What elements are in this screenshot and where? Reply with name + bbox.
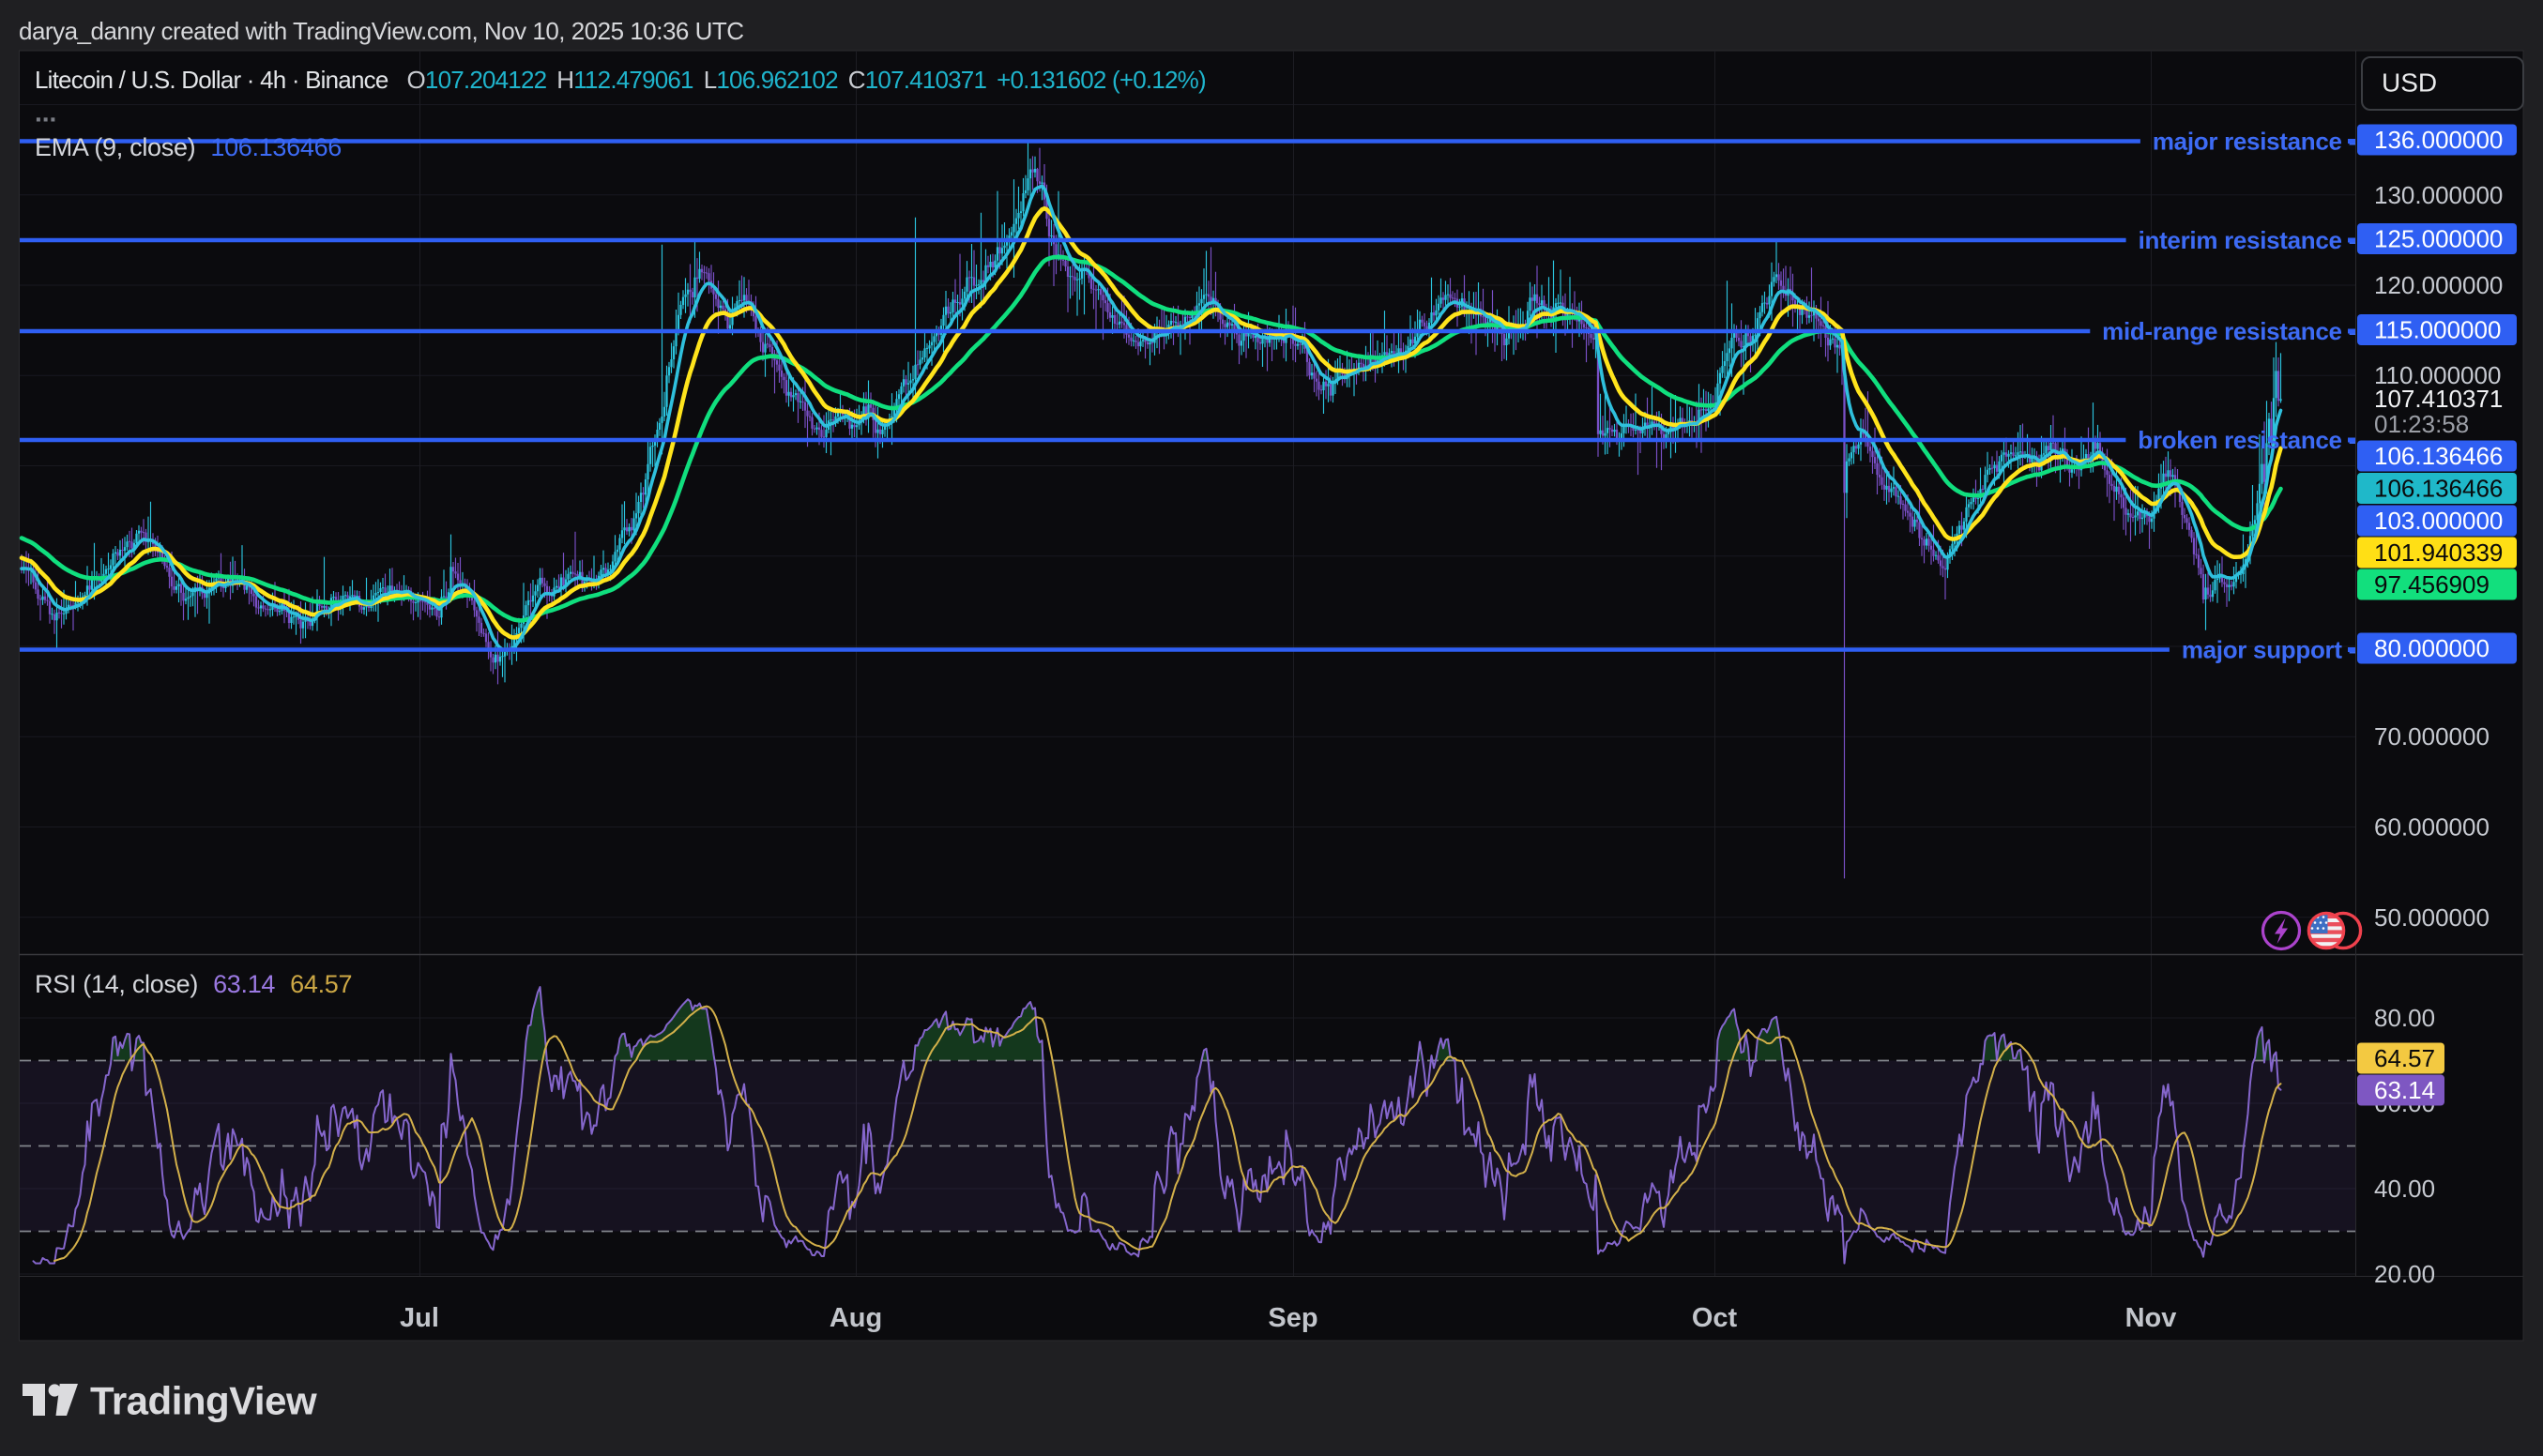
svg-text:63.14: 63.14 bbox=[2374, 1076, 2435, 1104]
svg-text:Nov: Nov bbox=[2125, 1303, 2177, 1333]
svg-text:TradingView: TradingView bbox=[90, 1379, 317, 1423]
svg-text:...: ... bbox=[35, 99, 56, 128]
svg-text:125.000000: 125.000000 bbox=[2374, 225, 2503, 253]
svg-text:darya_danny created with Tradi: darya_danny created with TradingView.com… bbox=[19, 17, 744, 45]
svg-text:130.000000: 130.000000 bbox=[2374, 181, 2503, 209]
svg-text:RSI (14, close)63.1464.57: RSI (14, close)63.1464.57 bbox=[35, 970, 352, 998]
svg-text:136.000000: 136.000000 bbox=[2374, 126, 2503, 154]
svg-text:major resistance -: major resistance - bbox=[2153, 128, 2356, 156]
svg-text:Aug: Aug bbox=[830, 1303, 882, 1333]
svg-text:97.456909: 97.456909 bbox=[2374, 570, 2490, 599]
svg-text:Oct: Oct bbox=[1692, 1303, 1738, 1333]
svg-text:EMA (9, close)106.136466: EMA (9, close)106.136466 bbox=[35, 133, 342, 161]
svg-text:Litecoin / U.S. Dollar · 4h ·: Litecoin / U.S. Dollar · 4h · BinanceO10… bbox=[35, 66, 1206, 94]
svg-text:50.000000: 50.000000 bbox=[2374, 903, 2490, 932]
svg-text:40.00: 40.00 bbox=[2374, 1175, 2435, 1203]
svg-text:20.00: 20.00 bbox=[2374, 1260, 2435, 1288]
svg-text:80.00: 80.00 bbox=[2374, 1004, 2435, 1032]
svg-text:115.000000: 115.000000 bbox=[2374, 316, 2501, 344]
svg-text:80.000000: 80.000000 bbox=[2374, 634, 2490, 662]
svg-text:107.410371: 107.410371 bbox=[2374, 385, 2503, 413]
svg-text:70.000000: 70.000000 bbox=[2374, 722, 2490, 751]
svg-text:64.57: 64.57 bbox=[2374, 1044, 2435, 1072]
svg-text:Sep: Sep bbox=[1268, 1303, 1317, 1333]
svg-text:Jul: Jul bbox=[400, 1303, 439, 1333]
svg-text:broken resistance -: broken resistance - bbox=[2138, 426, 2356, 454]
svg-text:60.000000: 60.000000 bbox=[2374, 813, 2490, 842]
svg-text:103.000000: 103.000000 bbox=[2374, 507, 2503, 535]
svg-text:01:23:58: 01:23:58 bbox=[2374, 410, 2469, 438]
svg-text:USD: USD bbox=[2382, 68, 2437, 98]
svg-text:interim resistance -: interim resistance - bbox=[2139, 226, 2356, 254]
svg-text:mid-range resistance -: mid-range resistance - bbox=[2102, 317, 2356, 345]
svg-text:106.136466: 106.136466 bbox=[2374, 442, 2503, 470]
svg-text:major support -: major support - bbox=[2182, 636, 2356, 664]
svg-text:101.940339: 101.940339 bbox=[2374, 538, 2503, 567]
svg-text:106.136466: 106.136466 bbox=[2374, 475, 2503, 503]
svg-text:120.000000: 120.000000 bbox=[2374, 271, 2503, 299]
